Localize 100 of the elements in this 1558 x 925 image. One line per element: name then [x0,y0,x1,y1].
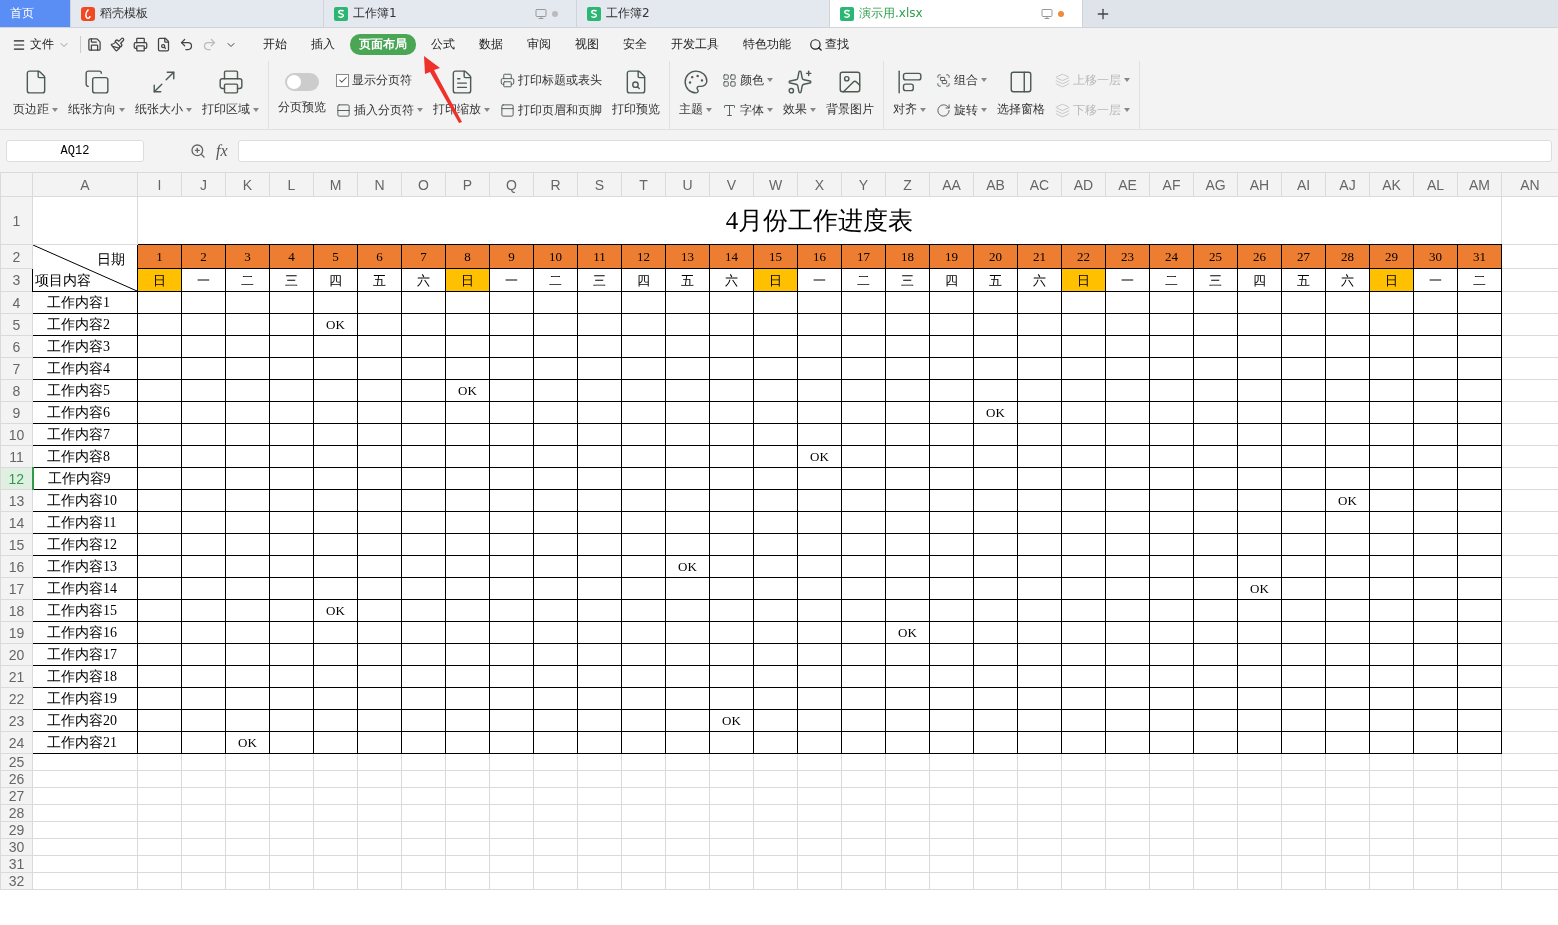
row-header[interactable]: 10 [0,423,33,446]
ribbon-button[interactable]: 背景图片 [826,65,874,118]
column-header[interactable]: R [533,172,578,197]
document-tab[interactable]: 演示用.xlsx [830,0,1083,27]
column-header[interactable]: AA [929,172,974,197]
column-header[interactable]: L [269,172,314,197]
column-header[interactable]: T [621,172,666,197]
ribbon-button[interactable]: 组合 [936,71,987,89]
row-header[interactable]: 20 [0,643,33,666]
ribbon-button[interactable]: 插入分页符 [336,101,423,119]
row-header[interactable]: 5 [0,313,33,336]
preview-icon[interactable] [156,37,171,52]
monitor-icon[interactable] [1041,7,1053,20]
row-header[interactable]: 18 [0,599,33,622]
column-header[interactable]: S [577,172,622,197]
row-header[interactable]: 9 [0,401,33,424]
ribbon-button[interactable]: 选择窗格 [997,65,1045,118]
toggle-switch[interactable] [285,73,319,91]
column-header[interactable]: AF [1149,172,1194,197]
column-header[interactable]: O [401,172,446,197]
menu-tab[interactable]: 安全 [614,34,656,55]
ribbon-button[interactable]: 效果 [783,65,816,118]
row-header[interactable]: 7 [0,357,33,380]
row-header[interactable]: 13 [0,489,33,512]
ribbon-button[interactable]: 分页预览 [278,65,326,116]
zoom-icon[interactable] [190,143,206,159]
row-header[interactable]: 15 [0,533,33,556]
menu-tab[interactable]: 开发工具 [662,34,728,55]
search-button[interactable]: 查找 [809,36,849,53]
function-label[interactable]: fx [216,142,228,160]
column-header[interactable]: X [797,172,842,197]
column-header[interactable]: P [445,172,490,197]
brush-icon[interactable] [110,37,125,52]
column-header[interactable]: AH [1237,172,1282,197]
column-header[interactable]: AE [1105,172,1150,197]
column-header[interactable]: Q [489,172,534,197]
column-header[interactable]: J [181,172,226,197]
row-header[interactable]: 4 [0,291,33,314]
column-header[interactable]: Z [885,172,930,197]
column-header[interactable]: AM [1457,172,1502,197]
column-header[interactable]: V [709,172,754,197]
ribbon-button[interactable]: 颜色 [722,71,773,89]
menu-tab[interactable]: 数据 [470,34,512,55]
save-icon[interactable] [87,37,102,52]
row-header[interactable]: 8 [0,379,33,402]
column-header[interactable]: AK [1369,172,1414,197]
column-header[interactable]: AI [1281,172,1326,197]
row-header[interactable]: 23 [0,709,33,732]
document-tab[interactable]: 工作簿1 [324,0,577,27]
menu-tab[interactable]: 页面布局 [350,34,416,55]
column-header[interactable]: K [225,172,270,197]
menu-tab[interactable]: 公式 [422,34,464,55]
column-header[interactable]: AC [1017,172,1062,197]
checkbox-option[interactable]: 显示分页符 [336,71,412,89]
row-header[interactable]: 6 [0,335,33,358]
ribbon-button[interactable]: 对齐 [893,65,926,118]
row-header[interactable]: 21 [0,665,33,688]
undo-icon[interactable] [179,37,194,52]
ribbon-button[interactable]: 打印页眉和页脚 [500,101,602,119]
menu-tab[interactable]: 特色功能 [734,34,800,55]
column-header[interactable]: AB [973,172,1018,197]
row-header[interactable]: 1 [0,196,33,245]
row-header[interactable]: 12 [0,467,33,490]
monitor-icon[interactable] [535,7,547,20]
file-menu[interactable]: 文件 [12,36,81,53]
ribbon-button[interactable]: 旋转 [936,101,987,119]
document-tab[interactable]: 稻壳模板 [71,0,324,27]
menu-tab[interactable]: 审阅 [518,34,560,55]
ribbon-button[interactable]: 打印预览 [612,65,660,118]
row-header[interactable]: 22 [0,687,33,710]
menu-tab[interactable]: 插入 [302,34,344,55]
ribbon-button[interactable]: 字体 [722,101,773,119]
column-header[interactable]: AD [1061,172,1106,197]
row-header[interactable]: 2 [0,244,33,269]
row-header[interactable]: 14 [0,511,33,534]
printer-icon[interactable] [133,37,148,52]
ribbon-button[interactable]: 主题 [679,65,712,118]
column-header[interactable]: AL [1413,172,1458,197]
row-header[interactable]: 17 [0,577,33,600]
column-header[interactable]: W [753,172,798,197]
column-header[interactable]: I [137,172,182,197]
ribbon-button[interactable]: 页边距 [13,65,58,118]
document-tab[interactable]: 工作簿2 [577,0,830,27]
row-header[interactable]: 19 [0,621,33,644]
name-box[interactable]: AQ12 [6,140,144,162]
column-header[interactable]: AN [1501,172,1558,197]
column-header[interactable]: N [357,172,402,197]
row-header[interactable]: 3 [0,268,33,292]
row-header[interactable]: 16 [0,555,33,578]
row-header[interactable]: 24 [0,731,33,754]
document-tab[interactable]: 首页 [0,0,71,27]
ribbon-button[interactable]: 打印区域 [202,65,259,118]
ribbon-button[interactable]: 打印标题或表头 [500,71,602,89]
column-header[interactable]: Y [841,172,886,197]
column-header[interactable]: AJ [1325,172,1370,197]
column-header[interactable]: U [665,172,710,197]
menu-tab[interactable]: 视图 [566,34,608,55]
column-header[interactable]: M [313,172,358,197]
ribbon-button[interactable]: 纸张方向 [68,65,125,118]
column-header[interactable]: AG [1193,172,1238,197]
